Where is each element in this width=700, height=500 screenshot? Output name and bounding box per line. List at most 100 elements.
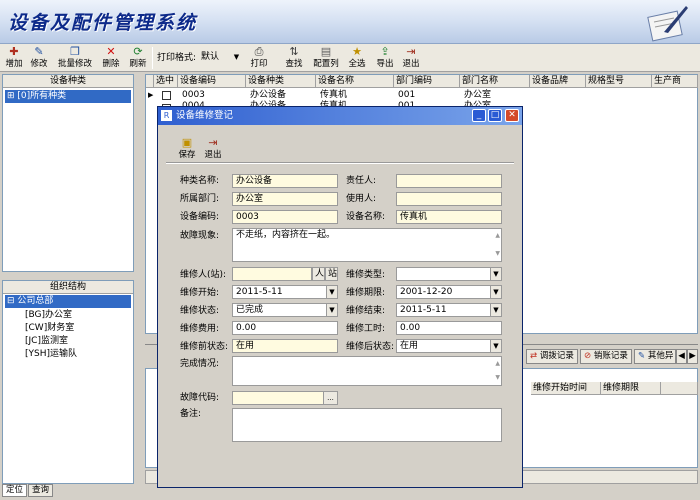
chevron-right-icon: ▶	[689, 351, 696, 361]
remark-textarea[interactable]	[232, 408, 502, 442]
col-header[interactable]: 规格型号	[586, 75, 652, 88]
fault-textarea[interactable]: 不走纸，内容挤在一起。 ▲ ▼	[232, 228, 502, 262]
select-all-button[interactable]: ★ 全选	[346, 46, 368, 70]
repairer-field[interactable]	[232, 267, 312, 281]
scroll-down-icon: ▼	[495, 250, 500, 257]
tab-locate[interactable]: 定位	[2, 484, 28, 497]
expand-icon: ⊞	[7, 91, 15, 101]
minimize-icon[interactable]: _	[472, 109, 486, 122]
col-header[interactable]: 设备品牌	[530, 75, 586, 88]
tab-scroll-left[interactable]: ◀	[676, 349, 687, 364]
row-pointer-icon: ▶	[148, 91, 154, 99]
deadline-label: 维修期限:	[346, 288, 386, 298]
start-label: 维修开始:	[180, 288, 220, 298]
org-root[interactable]: ⊟ 公司总部	[5, 295, 131, 308]
fault-label: 故障现象:	[180, 231, 220, 241]
dialog-title: 设备维修登记	[176, 110, 234, 121]
select-all-icon: ★	[352, 45, 362, 58]
user-label: 使用人:	[346, 194, 377, 204]
col-header[interactable]: 维修开始时间	[531, 382, 601, 395]
delete-button[interactable]: ✕ 删除	[100, 46, 122, 70]
tab-transfer-records[interactable]: ⇄ 调拨记录	[526, 349, 578, 364]
config-icon: ▤	[320, 45, 332, 58]
dept-field[interactable]: 办公室	[232, 192, 338, 206]
app-icon: R	[161, 110, 172, 121]
category-item[interactable]: ⊞ [0]所有种类	[5, 90, 131, 103]
title-banner: 设备及配件管理系统	[0, 0, 700, 44]
print-button[interactable]: ⎙ 打印	[247, 46, 271, 70]
cost-field[interactable]: 0.00	[232, 321, 338, 335]
after-status-select[interactable]: 在用 ▼	[396, 339, 502, 353]
start-date-picker[interactable]: 2011-5-11 ▼	[232, 285, 338, 299]
batch-edit-button[interactable]: ❐ 批量修改	[54, 46, 96, 70]
responsible-label: 责任人:	[346, 176, 377, 186]
writeoff-icon: ⊘	[584, 351, 592, 361]
refresh-icon: ⟳	[133, 45, 143, 58]
add-button[interactable]: ✚ 增加	[3, 46, 25, 70]
fault-code-field[interactable]: ...	[232, 391, 338, 405]
app-title: 设备及配件管理系统	[8, 12, 198, 34]
cost-label: 维修费用:	[180, 324, 220, 334]
hours-field[interactable]: 0.00	[396, 321, 502, 335]
code-field[interactable]: 0003	[232, 210, 338, 224]
quill-logo-icon	[647, 6, 688, 42]
maximize-icon[interactable]: □	[488, 109, 502, 122]
col-header[interactable]: 生产商	[652, 75, 698, 88]
export-button[interactable]: ⇪ 导出	[374, 46, 396, 70]
fault-code-browse-button[interactable]: ...	[323, 392, 337, 404]
repair-type-select[interactable]: ▼	[396, 267, 502, 281]
save-button[interactable]: ▣ 保存	[176, 137, 198, 161]
deadline-date-picker[interactable]: 2001-12-20 ▼	[396, 285, 502, 299]
user-field[interactable]	[396, 192, 502, 206]
before-status-field[interactable]: 在用	[232, 339, 338, 353]
tab-query[interactable]: 查询	[28, 484, 54, 497]
dept-label: 所属部门:	[180, 194, 220, 204]
col-header[interactable]: 选中	[154, 75, 178, 88]
chevron-down-icon: ▼	[490, 304, 501, 316]
close-icon[interactable]: ✕	[505, 109, 519, 122]
org-item[interactable]: [CW]财务室	[3, 322, 133, 335]
code-label: 设备编码:	[180, 212, 220, 222]
col-header[interactable]: 设备种类	[246, 75, 316, 88]
toolbar: ✚ 增加 ✎ 修改 ❐ 批量修改 ✕ 删除 ⟳ 刷新 打印格式: 默认 ▼ ⎙ …	[0, 44, 700, 72]
org-header: 组织结构	[3, 281, 133, 294]
save-icon: ▣	[181, 136, 193, 149]
col-header[interactable]: 部门编码	[394, 75, 460, 88]
dialog-titlebar: R 设备维修登记 _ □ ✕	[158, 107, 522, 125]
config-columns-button[interactable]: ▤ 配置列	[311, 46, 341, 70]
col-header[interactable]: 设备编码	[178, 75, 246, 88]
dialog-exit-button[interactable]: ⇥ 退出	[202, 137, 224, 161]
category-panel: 设备种类 ⊞ [0]所有种类	[2, 74, 134, 272]
tab-writeoff-records[interactable]: ⊘ 销账记录	[580, 349, 632, 364]
repairer-label: 维修人(站):	[180, 270, 227, 280]
refresh-button[interactable]: ⟳ 刷新	[127, 46, 149, 70]
edit-button[interactable]: ✎ 修改	[28, 46, 50, 70]
find-button[interactable]: ⇅ 查找	[283, 46, 305, 70]
org-item[interactable]: [JC]监测室	[3, 335, 133, 348]
col-header[interactable]: 维修期限	[601, 382, 661, 395]
type-field[interactable]: 办公设备	[232, 174, 338, 188]
chevron-down-icon: ▼	[490, 268, 501, 280]
end-date-picker[interactable]: 2011-5-11 ▼	[396, 303, 502, 317]
tab-other[interactable]: ✎ 其他异	[634, 349, 676, 364]
print-format-select[interactable]: 默认 ▼	[198, 51, 242, 65]
exit-button[interactable]: ⇥ 退出	[400, 46, 422, 70]
status-select[interactable]: 已完成 ▼	[232, 303, 338, 317]
completion-label: 完成情况:	[180, 359, 220, 369]
org-panel: 组织结构 ⊟ 公司总部 [BG]办公室 [CW]财务室 [JC]监测室 [YSH…	[2, 280, 134, 484]
completion-textarea[interactable]: ▲ ▼	[232, 356, 502, 386]
scroll-up-icon: ▲	[495, 360, 500, 367]
org-item[interactable]: [BG]办公室	[3, 309, 133, 322]
chevron-down-icon: ▼	[490, 340, 501, 352]
org-item[interactable]: [YSH]运输队	[3, 348, 133, 361]
name-field[interactable]: 传真机	[396, 210, 502, 224]
station-button[interactable]: 站	[325, 267, 338, 281]
responsible-field[interactable]	[396, 174, 502, 188]
col-header[interactable]: 部门名称	[460, 75, 530, 88]
col-header[interactable]: 设备名称	[316, 75, 394, 88]
delete-icon: ✕	[106, 45, 116, 58]
fault-code-label: 故障代码:	[180, 393, 220, 403]
tab-scroll-right[interactable]: ▶	[687, 349, 698, 364]
person-button[interactable]: 人	[312, 267, 325, 281]
row-checkbox[interactable]	[162, 91, 171, 100]
